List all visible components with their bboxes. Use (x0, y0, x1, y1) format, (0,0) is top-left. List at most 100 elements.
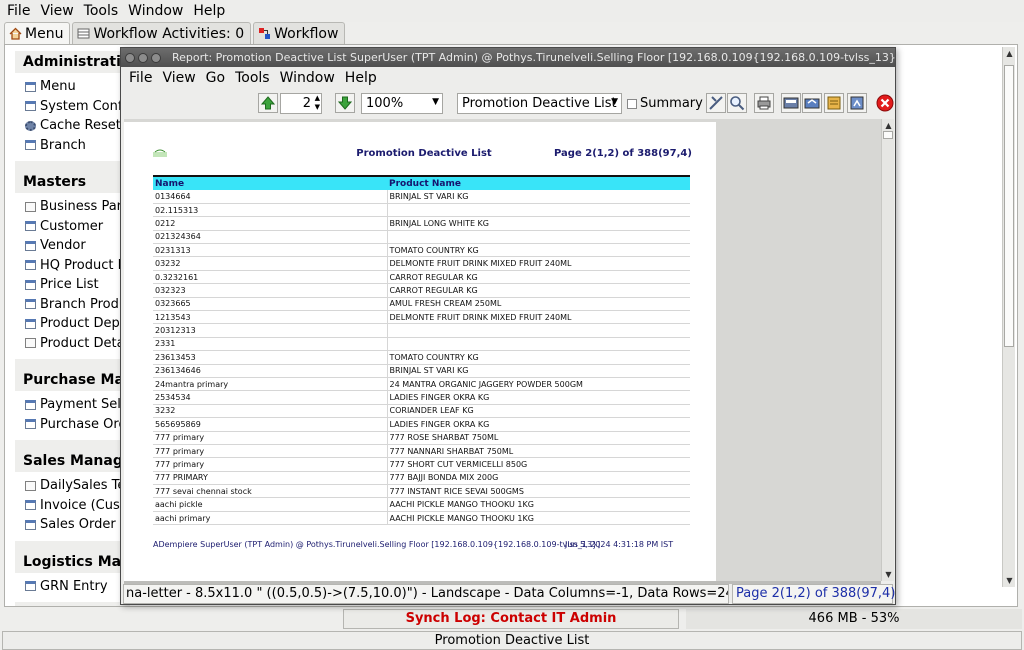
cell-product-name: 777 SHORT CUT VERMICELLI 850G (387, 457, 690, 472)
sidebar-item-customer[interactable]: Customer (25, 217, 130, 237)
table-row: 2534534 LADIES FINGER OKRA KG (153, 390, 690, 405)
cell-name: 0212 (153, 216, 388, 231)
menu-tools[interactable]: Tools (84, 3, 119, 19)
zoom-report-button[interactable] (847, 93, 867, 113)
main-vertical-scrollbar[interactable]: ▲ ▼ (1002, 47, 1015, 587)
window-close-dot-icon[interactable] (125, 52, 135, 63)
scroll-up-arrow-icon[interactable]: ▲ (1003, 47, 1016, 60)
sidebar-item-vendor[interactable]: Vendor (25, 236, 130, 256)
sidebar-item-payment-selection[interactable]: Payment Sele (25, 395, 130, 415)
cell-product-name: BRINJAL ST VARI KG (387, 190, 690, 204)
report-menu-window[interactable]: Window (280, 70, 335, 86)
gear-icon (25, 120, 36, 131)
menu-file[interactable]: File (7, 3, 30, 19)
sidebar-item-hq-product[interactable]: HQ Product M (25, 256, 130, 276)
table-row: 0323665 AMUL FRESH CREAM 250ML (153, 297, 690, 312)
sidebar-item-branch-product[interactable]: Branch Produ (25, 295, 130, 315)
section-administration: Menu System Conf Cache Reset Branch (15, 73, 130, 161)
bottom-status-title: Promotion Deactive List (2, 631, 1022, 650)
report-window-titlebar[interactable]: Report: Promotion Deactive List SuperUse… (121, 48, 895, 67)
report-menu-view[interactable]: View (162, 70, 195, 86)
sidebar-item-invoice-customer[interactable]: Invoice (Cust (25, 496, 130, 516)
menu-help[interactable]: Help (193, 3, 225, 19)
report-menu-file[interactable]: File (129, 70, 152, 86)
scroll-down-arrow-icon[interactable]: ▼ (1003, 574, 1016, 587)
sidebar-item-purchase-order[interactable]: Purchase Ord (25, 415, 130, 435)
sidebar-item-menu[interactable]: Menu (25, 77, 130, 97)
memory-indicator[interactable]: 466 MB - 53% (686, 609, 1022, 629)
report-menu-go[interactable]: Go (206, 70, 225, 86)
cell-product-name (387, 337, 690, 352)
cell-name: 2534534 (153, 390, 388, 405)
table-row: 777 primary 777 NANNARI SHARBAT 750ML (153, 444, 690, 459)
report-footer-left: ADempiere SuperUser (TPT Admin) @ Pothys… (153, 540, 601, 549)
sidebar-item-business-partner[interactable]: Business Part (25, 197, 130, 217)
tab-workflow-activities[interactable]: Workflow Activities: 0 (72, 22, 252, 44)
report-footer-date: Jun 5, 2024 4:31:18 PM IST (565, 540, 674, 549)
sidebar-item-branch[interactable]: Branch (25, 136, 130, 156)
chevron-down-icon: ▼ (611, 97, 618, 107)
find-button[interactable] (727, 93, 747, 113)
scrollbar-thumb[interactable] (1004, 65, 1014, 347)
table-row: 0212 BRINJAL LONG WHITE KG (153, 216, 690, 231)
section-title-administration[interactable]: Administration (15, 51, 130, 73)
cell-name: 777 primary (153, 431, 388, 445)
sidebar-item-dailysales[interactable]: DailySales Te (25, 476, 130, 496)
sidebar-item-product-department[interactable]: Product Depa (25, 314, 130, 334)
zoom-select[interactable]: 100% ▼ (361, 93, 443, 114)
menu-view[interactable]: View (40, 3, 73, 19)
summary-checkbox[interactable] (627, 98, 637, 109)
sidebar-item-system-conf[interactable]: System Conf (25, 97, 130, 117)
print-button[interactable] (754, 93, 774, 113)
document-icon (25, 201, 36, 212)
cell-product-name: 777 INSTANT RICE SEVAI 500GMS (387, 484, 690, 499)
next-page-button[interactable] (335, 93, 355, 113)
customize-button[interactable] (706, 93, 726, 113)
sidebar-item-product-details[interactable]: Product Deta (25, 334, 130, 354)
spinner-arrows-icon[interactable]: ▲ ▼ (315, 94, 320, 112)
window-icon (25, 260, 36, 271)
sidebar-item-label: Invoice (Cust (40, 497, 125, 513)
send-icon (783, 97, 799, 109)
table-row: 2331 (153, 337, 690, 352)
sidebar-item-sales-order[interactable]: Sales Order (25, 515, 130, 535)
report-menu-help[interactable]: Help (345, 70, 377, 86)
close-icon (876, 94, 894, 112)
page-number-spinner[interactable]: 2 ▲ ▼ (280, 93, 322, 114)
report-window-title: Report: Promotion Deactive List SuperUse… (172, 51, 895, 64)
cell-product-name: 777 ROSE SHARBAT 750ML (387, 431, 690, 445)
report-menu-tools[interactable]: Tools (235, 70, 270, 86)
section-title-masters[interactable]: Masters (15, 171, 130, 193)
scroll-down-arrow-icon[interactable]: ▼ (882, 568, 895, 581)
column-header-product-name: Product Name (387, 175, 690, 190)
sidebar-item-grn-entry[interactable]: GRN Entry (25, 577, 130, 597)
synch-log-button[interactable]: Synch Log: Contact IT Admin (343, 609, 679, 629)
report-select[interactable]: Promotion Deactive List ▼ (457, 93, 622, 114)
section-title-logistics[interactable]: Logistics Mana (15, 551, 130, 573)
cell-name: 777 primary (153, 457, 388, 472)
section-title-purchase[interactable]: Purchase Mana (15, 369, 130, 391)
summary-checkbox-group[interactable]: Summary (627, 96, 703, 111)
sidebar-item-cache-reset[interactable]: Cache Reset (25, 116, 130, 136)
tab-workflow[interactable]: Workflow (253, 22, 346, 44)
send-mail-button[interactable] (781, 93, 801, 113)
export-button[interactable] (824, 93, 844, 113)
tab-menu[interactable]: Menu (4, 22, 71, 44)
window-icon (25, 101, 36, 112)
cell-product-name: DELMONTE FRUIT DRINK MIXED FRUIT 240ML (387, 256, 690, 271)
cell-name: 3232 (153, 404, 388, 419)
sidebar-item-label: Product Deta (40, 335, 125, 351)
scrollbar-thumb[interactable] (883, 131, 893, 139)
table-row: 03232 DELMONTE FRUIT DRINK MIXED FRUIT 24… (153, 256, 690, 271)
page-number-value: 2 (302, 96, 311, 111)
menu-window[interactable]: Window (128, 3, 183, 19)
section-title-sales[interactable]: Sales Manager (15, 450, 130, 472)
archive-button[interactable] (802, 93, 822, 113)
close-report-button[interactable] (876, 94, 894, 112)
window-maximize-dot-icon[interactable] (151, 52, 161, 63)
sidebar-item-price-list[interactable]: Price List (25, 275, 130, 295)
report-vertical-scrollbar[interactable]: ▲ ▼ (881, 119, 894, 581)
window-minimize-dot-icon[interactable] (138, 52, 148, 63)
sidebar-item-label: Business Part (40, 199, 128, 215)
previous-page-button[interactable] (258, 93, 278, 113)
